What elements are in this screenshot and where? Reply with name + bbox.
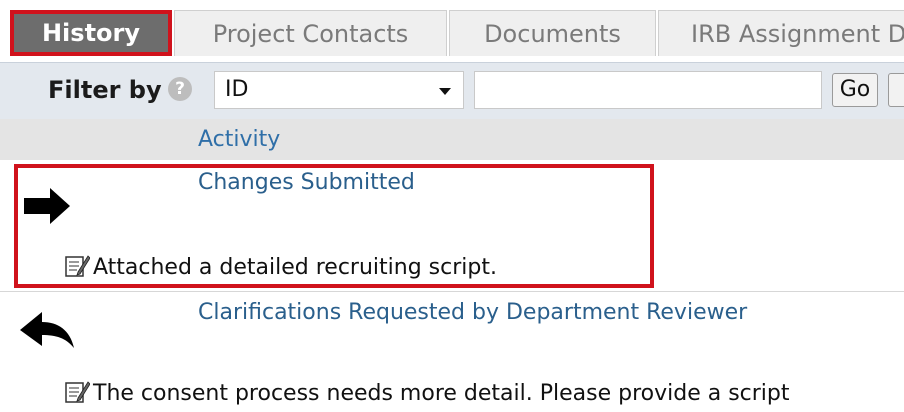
tab-project-contacts[interactable]: Project Contacts (174, 10, 447, 56)
chevron-down-icon (439, 88, 451, 95)
tab-history[interactable]: History (10, 10, 172, 56)
table-row: Clarifications Requested by Department R… (0, 292, 904, 412)
go-button[interactable]: Go (832, 73, 878, 107)
activity-title-link[interactable]: Clarifications Requested by Department R… (198, 300, 747, 325)
highlight-box (14, 164, 654, 288)
column-header-activity[interactable]: Activity (198, 127, 280, 152)
tab-documents[interactable]: Documents (449, 10, 656, 56)
activity-note: The consent process needs more detail. P… (64, 378, 790, 406)
filter-bar: Filter by ? ID Go (0, 62, 904, 120)
tab-irb-assignment[interactable]: IRB Assignment D (658, 10, 904, 56)
arrow-back-icon (20, 312, 74, 348)
filter-field-select[interactable]: ID (214, 71, 464, 109)
note-icon (65, 381, 90, 403)
filter-label: Filter by (48, 76, 162, 104)
tab-bar: History Project Contacts Documents IRB A… (0, 0, 904, 62)
filter-field-select-value: ID (225, 77, 249, 102)
activity-note-text: The consent process needs more detail. P… (93, 381, 790, 406)
filter-value-input[interactable] (474, 71, 822, 109)
table-header: Activity (0, 119, 904, 160)
clear-button[interactable] (888, 73, 904, 107)
help-icon[interactable]: ? (168, 77, 192, 101)
